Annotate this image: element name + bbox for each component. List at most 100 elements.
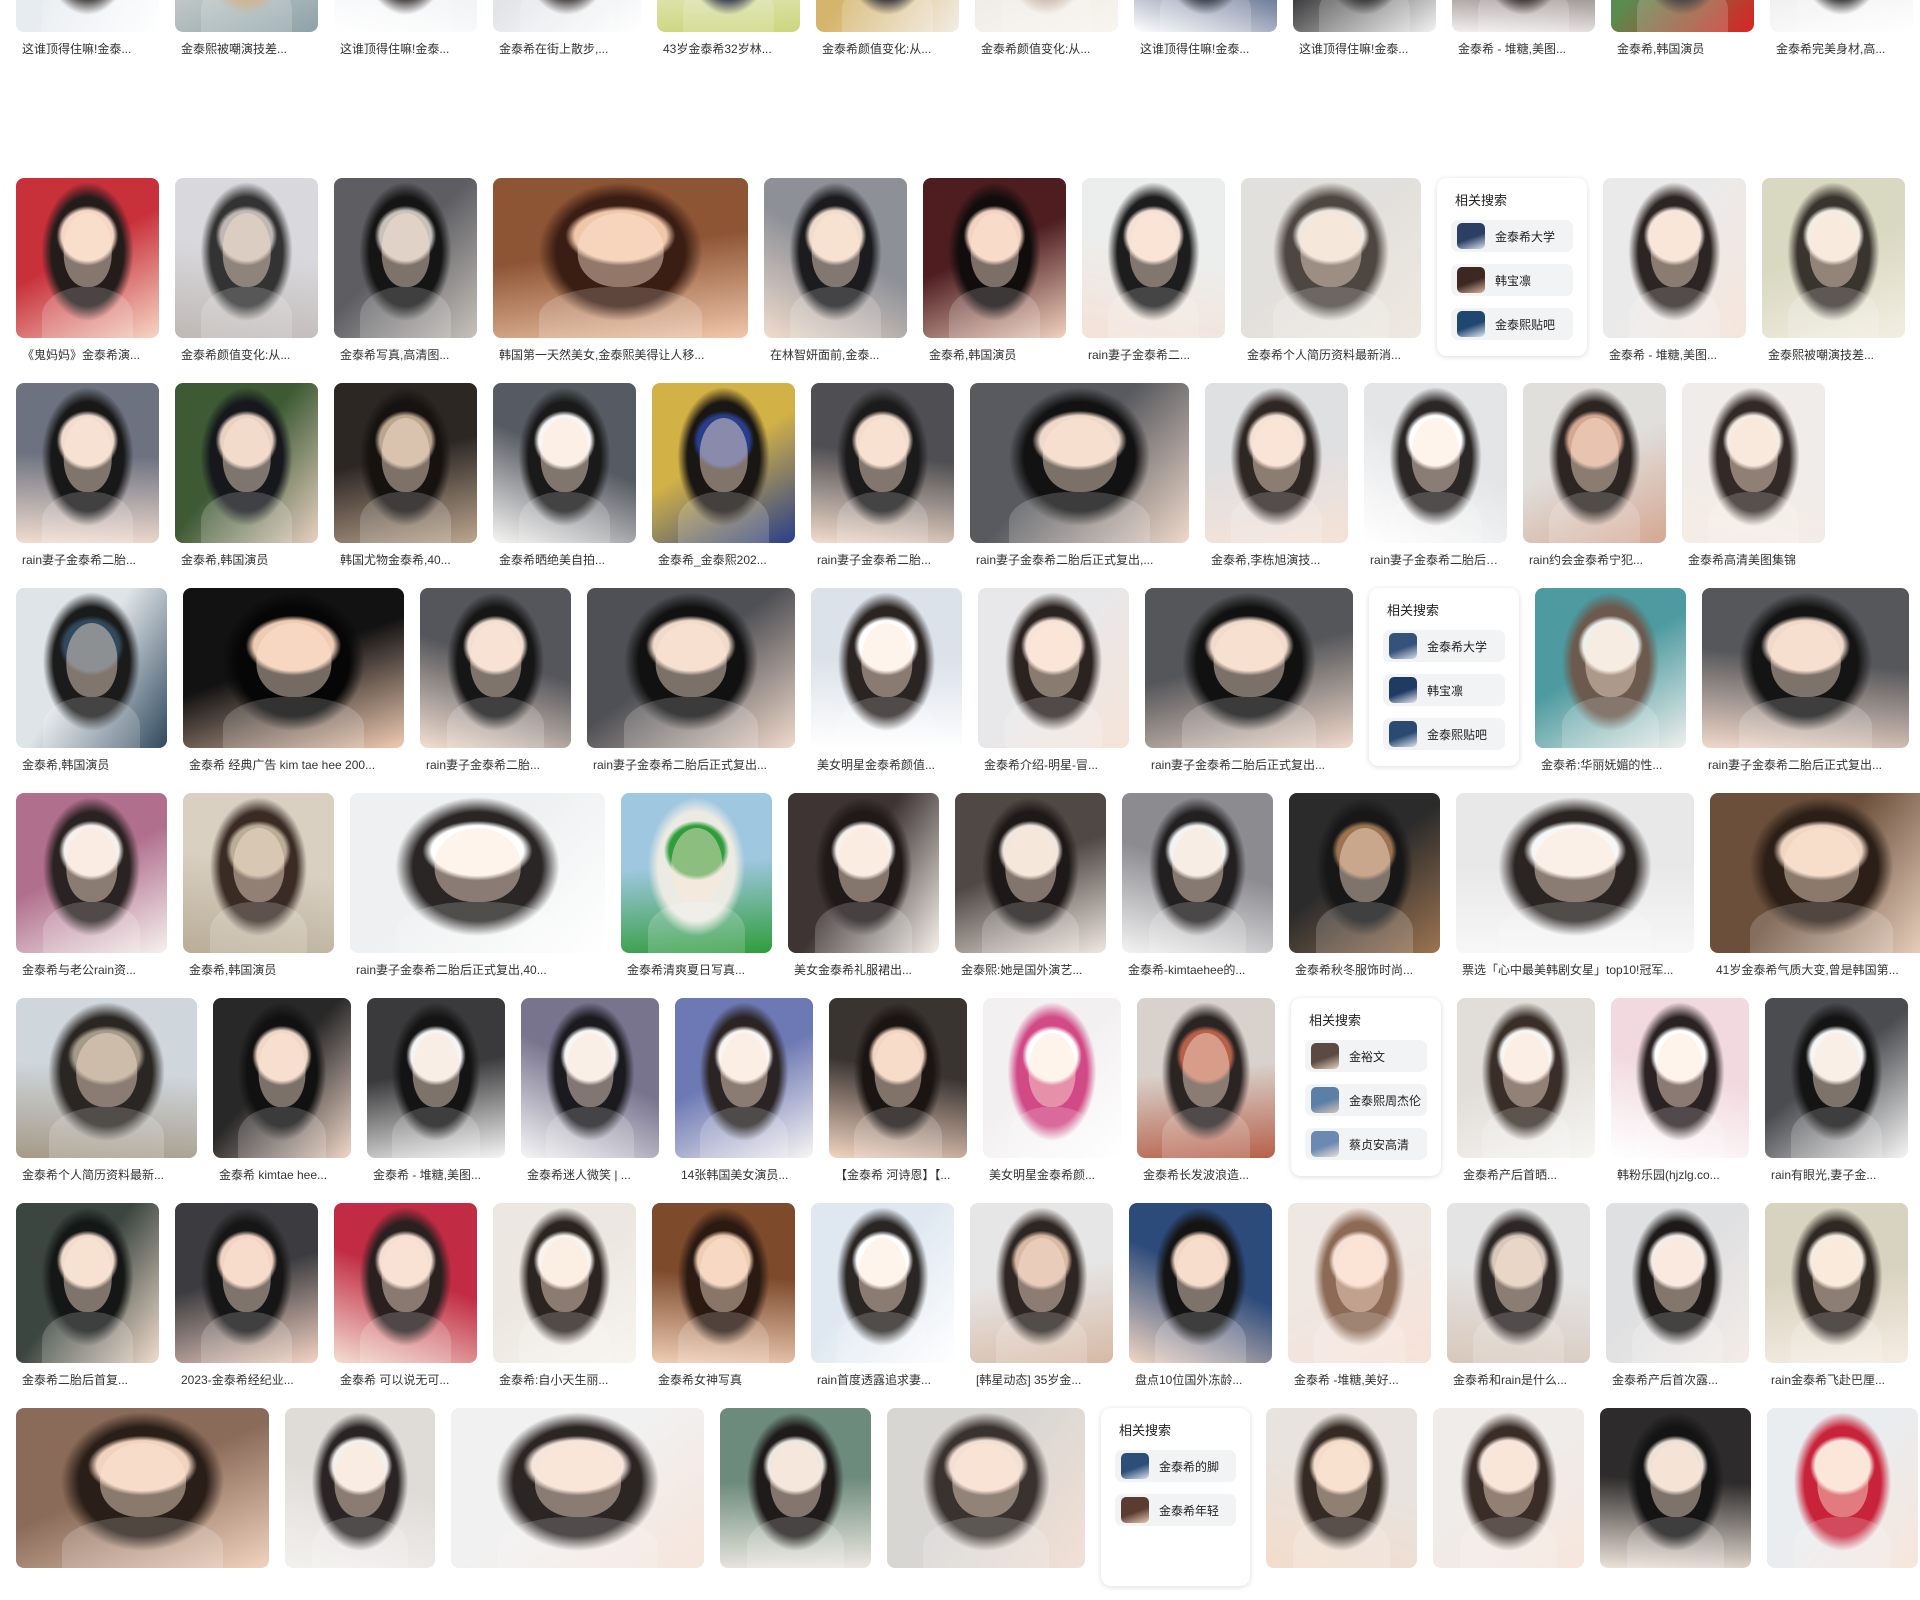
image-thumbnail[interactable] [350,793,605,953]
image-caption[interactable]: 这谁顶得住嘛!金泰... [340,40,473,58]
image-caption[interactable]: 金泰希,李栋旭演技... [1211,551,1344,569]
image-result-card[interactable]: 金泰希个人简历资料最新... [16,998,197,1190]
image-thumbnail[interactable] [334,178,477,338]
image-thumbnail[interactable] [451,1408,704,1568]
image-result-card[interactable]: 43岁金泰希32岁林... [657,0,800,64]
image-caption[interactable]: rain妻子金泰希二... [1088,346,1221,364]
image-thumbnail[interactable] [811,588,962,748]
image-thumbnail[interactable] [1129,1203,1272,1363]
image-caption[interactable]: 金泰希-kimtaehee的... [1128,961,1269,979]
image-caption[interactable]: 金泰希完美身材,高... [1776,40,1909,58]
image-thumbnail[interactable] [1770,0,1913,32]
related-search-chip[interactable]: 金泰希大学 [1451,220,1573,252]
related-search-chip[interactable]: 金泰熙贴吧 [1451,308,1573,340]
image-result-card[interactable]: 金泰希 - 堆糖,美图... [1603,178,1746,370]
image-result-card[interactable]: 美女明星金泰希颜值... [811,588,962,780]
image-result-card[interactable]: 美女金泰希礼服裙出... [788,793,939,985]
image-caption[interactable]: rain妻子金泰希二胎后正式复出,... [1370,551,1503,569]
image-result-card[interactable]: 金泰希写真,高清图... [334,178,477,370]
image-result-card[interactable]: 金泰希颜值变化:从... [816,0,959,64]
image-result-card[interactable]: rain首度透露追求妻... [811,1203,954,1395]
image-result-card[interactable]: 41岁金泰希气质大变,曾是韩国第... [1710,793,1920,985]
image-thumbnail[interactable] [285,1408,435,1568]
image-caption[interactable]: 金泰熙被嘲演技差... [181,40,314,58]
image-result-card[interactable]: 金泰希女神写真 [652,1203,795,1395]
related-search-chip[interactable]: 韩宝凛 [1383,674,1505,706]
image-caption[interactable]: 金泰希迷人微笑 | ... [527,1166,655,1184]
image-caption[interactable]: 金泰希秋冬服饰时尚... [1295,961,1436,979]
image-result-card[interactable]: 《鬼妈妈》金泰希演... [16,178,159,370]
image-result-card[interactable]: 金泰希_金泰熙202... [652,383,795,575]
image-result-card[interactable]: 金泰希产后首晒... [1457,998,1595,1190]
image-thumbnail[interactable] [1288,1203,1431,1363]
image-caption[interactable]: rain妻子金泰希二胎后正式复出... [593,756,791,774]
image-caption[interactable]: 金泰希 - 堆糖,美图... [1609,346,1742,364]
image-thumbnail[interactable] [1765,1203,1908,1363]
image-thumbnail[interactable] [1603,178,1746,338]
image-caption[interactable]: 这谁顶得住嘛!金泰... [1299,40,1432,58]
image-thumbnail[interactable] [16,178,159,338]
image-thumbnail[interactable] [652,1203,795,1363]
image-thumbnail[interactable] [1611,0,1754,32]
image-caption[interactable]: 美女明星金泰希颜值... [817,756,958,774]
image-caption[interactable]: 金泰希产后首次露... [1612,1371,1745,1389]
image-thumbnail[interactable] [587,588,795,748]
image-result-card[interactable]: 金泰希秋冬服饰时尚... [1289,793,1440,985]
image-thumbnail[interactable] [675,998,813,1158]
image-thumbnail[interactable] [1606,1203,1749,1363]
image-caption[interactable]: rain妻子金泰希二胎后正式复出... [1151,756,1349,774]
image-result-card[interactable]: rain妻子金泰希二胎后正式复出,... [970,383,1189,575]
image-thumbnail[interactable] [16,383,159,543]
image-thumbnail[interactable] [493,0,641,32]
image-result-card[interactable]: 金泰熙:她是国外演艺... [955,793,1106,985]
image-thumbnail[interactable] [788,793,939,953]
image-thumbnail[interactable] [175,383,318,543]
image-caption[interactable] [1439,1576,1580,1594]
image-caption[interactable]: 韩粉乐园(hjzlg.co... [1617,1166,1745,1184]
image-thumbnail[interactable] [955,793,1106,953]
image-thumbnail[interactable] [970,1203,1113,1363]
image-thumbnail[interactable] [970,383,1189,543]
image-thumbnail[interactable] [1447,1203,1590,1363]
image-caption[interactable]: 43岁金泰希32岁林... [663,40,796,58]
related-search-chip[interactable]: 金泰希大学 [1383,630,1505,662]
image-result-card[interactable]: rain妻子金泰希二... [1082,178,1225,370]
image-result-card[interactable]: rain妻子金泰希二胎... [420,588,571,780]
image-thumbnail[interactable] [1082,178,1225,338]
image-thumbnail[interactable] [1433,1408,1584,1568]
image-result-card[interactable]: 这谁顶得住嘛!金泰... [16,0,159,64]
related-search-chip[interactable]: 金泰熙周杰伦 [1305,1084,1427,1116]
image-caption[interactable]: [韩星动态] 35岁金... [976,1371,1109,1389]
image-caption[interactable]: 韩国第一天然美女,金泰熙美得让人移... [499,346,744,364]
image-caption[interactable] [22,1576,265,1594]
image-caption[interactable]: 这谁顶得住嘛!金泰... [1140,40,1273,58]
image-result-card[interactable] [285,1408,435,1600]
image-thumbnail[interactable] [493,383,636,543]
image-result-card[interactable]: rain妻子金泰希二胎后正式复出,40... [350,793,605,985]
image-caption[interactable]: rain妻子金泰希二胎后正式复出... [1708,756,1905,774]
image-result-card[interactable]: 金泰希颜值变化:从... [175,178,318,370]
image-thumbnail[interactable] [1762,178,1905,338]
image-caption[interactable]: 金泰希 kimtae hee... [219,1166,347,1184]
image-caption[interactable]: 金泰希在街上散步,... [499,40,637,58]
image-caption[interactable]: rain首度透露追求妻... [817,1371,950,1389]
image-thumbnail[interactable] [1137,998,1275,1158]
image-caption[interactable]: 金泰希颜值变化:从... [981,40,1114,58]
image-thumbnail[interactable] [1145,588,1353,748]
image-caption[interactable] [893,1576,1081,1594]
image-thumbnail[interactable] [1205,383,1348,543]
image-caption[interactable]: 金泰希个人简历资料最新消... [1247,346,1417,364]
image-result-card[interactable]: 金泰希,韩国演员 [923,178,1066,370]
image-thumbnail[interactable] [1364,383,1507,543]
image-thumbnail[interactable] [720,1408,871,1568]
image-caption[interactable]: rain妻子金泰希二胎... [426,756,567,774]
image-caption[interactable]: 金泰希产后首晒... [1463,1166,1591,1184]
image-result-card[interactable]: 金泰希产后首次露... [1606,1203,1749,1395]
image-caption[interactable]: 41岁金泰希气质大变,曾是韩国第... [1716,961,1920,979]
image-thumbnail[interactable] [16,1408,269,1568]
image-thumbnail[interactable] [1535,588,1686,748]
image-thumbnail[interactable] [811,383,954,543]
image-caption[interactable]: 金泰希 - 堆糖,美图... [373,1166,501,1184]
image-thumbnail[interactable] [175,0,318,32]
image-result-card[interactable]: 金泰希在街上散步,... [493,0,641,64]
